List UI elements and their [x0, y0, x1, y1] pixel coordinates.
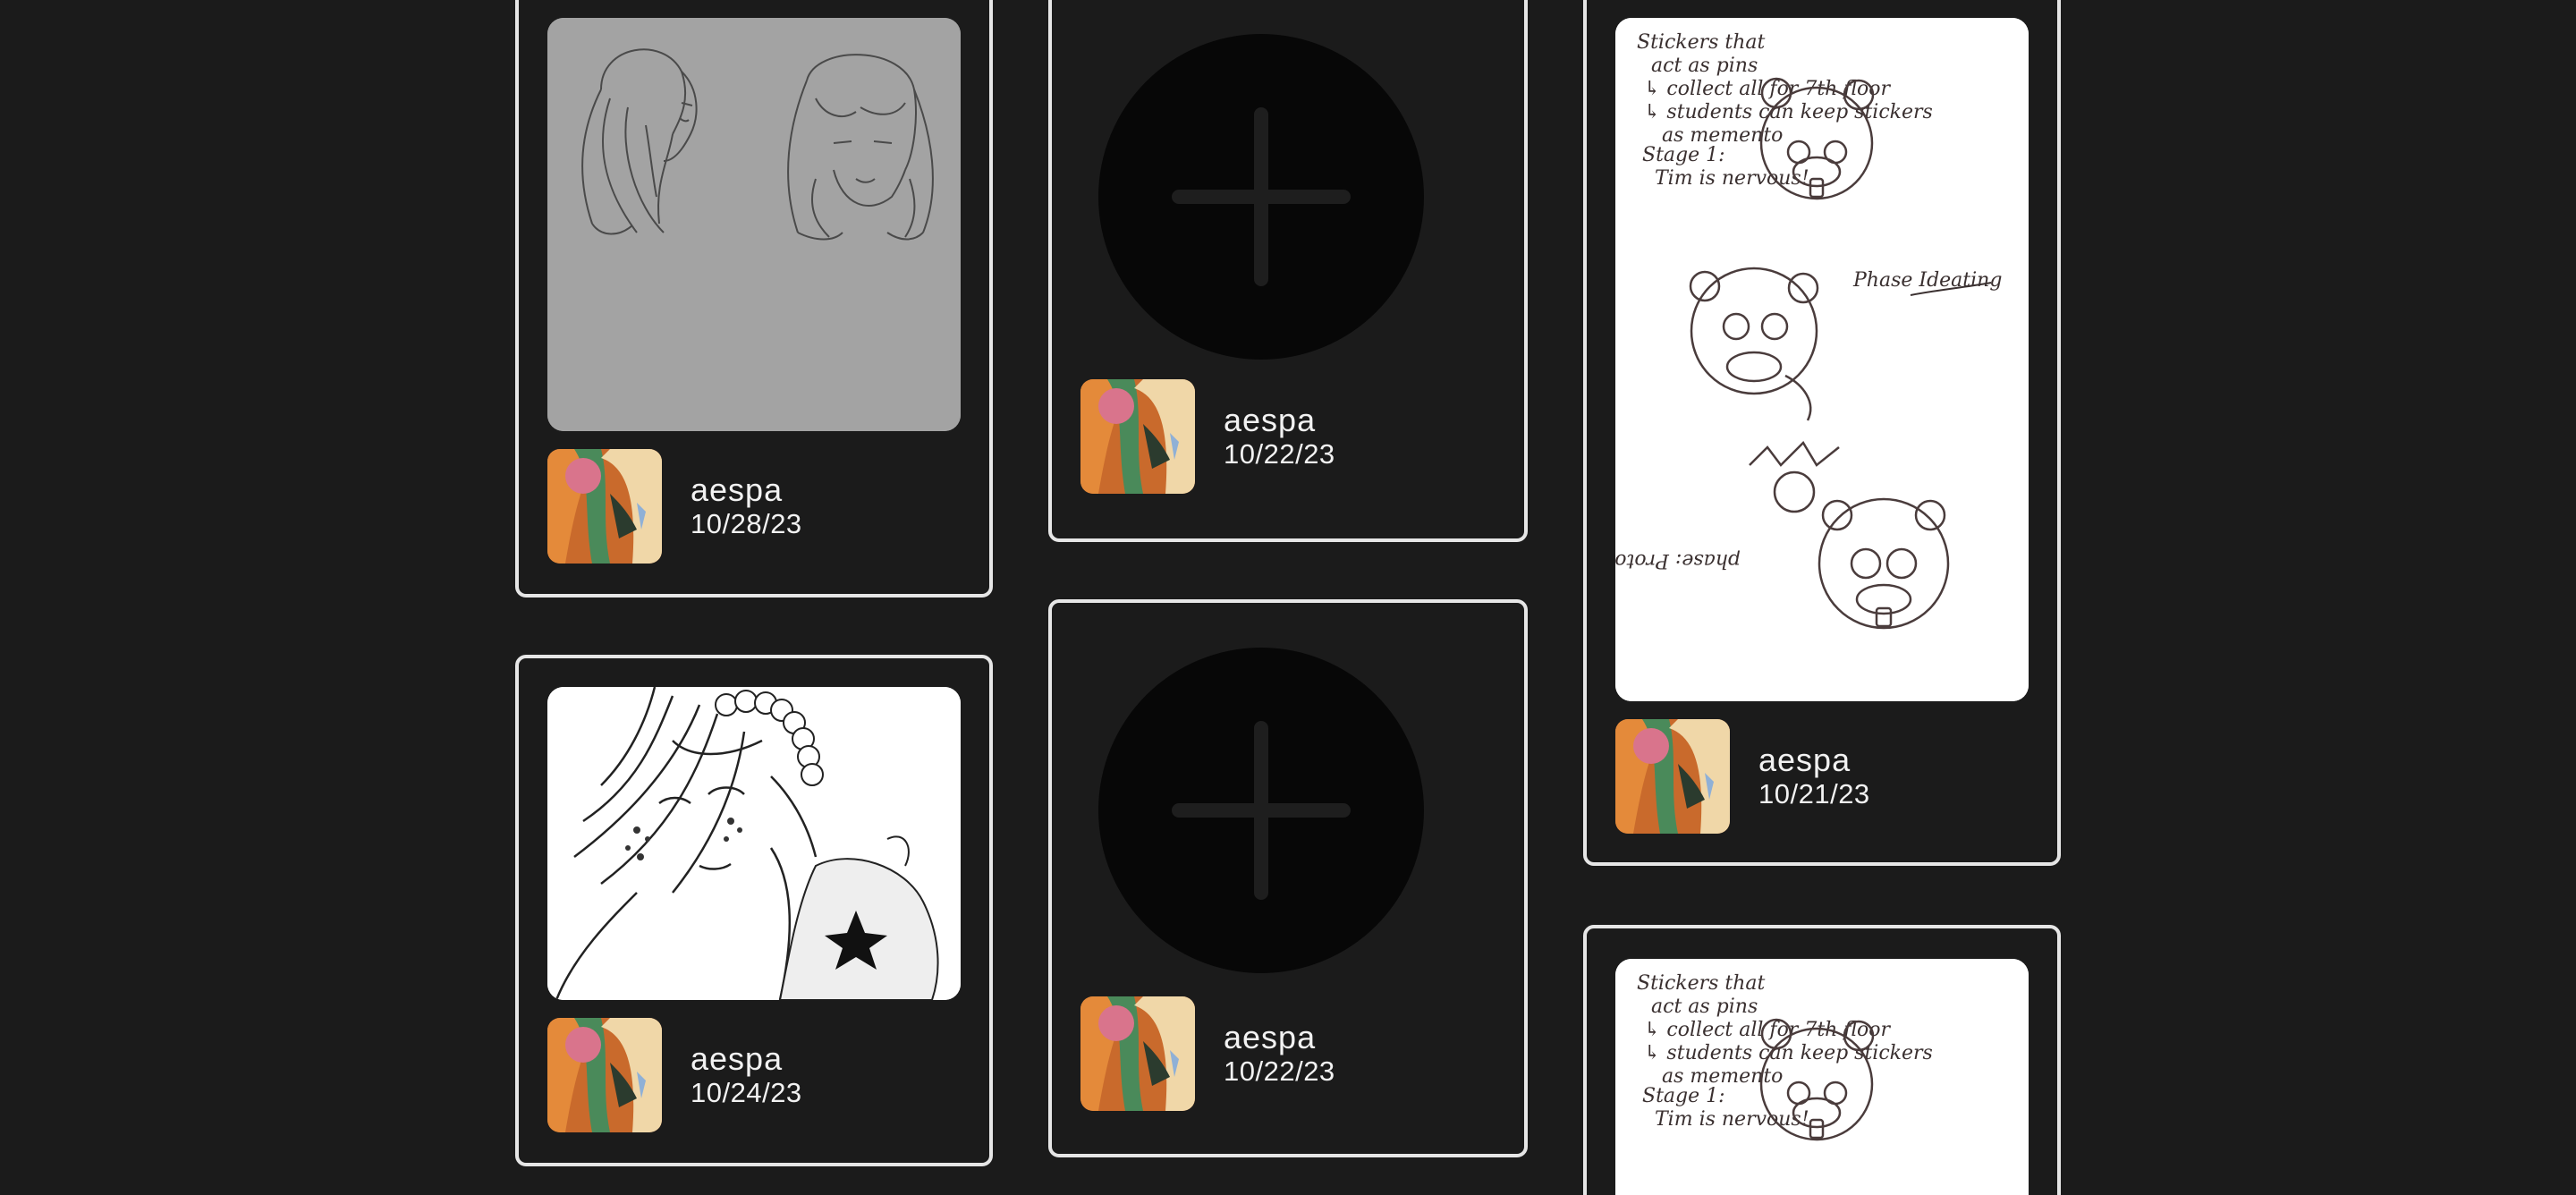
post-card[interactable]: aespa 10/22/23 — [1048, 599, 1528, 1157]
post-card[interactable]: aespa 10/24/23 — [515, 655, 993, 1166]
sketch-note-line: Stage 1: — [1642, 144, 1725, 166]
manga-illustration-image — [547, 687, 961, 1000]
post-date: 10/22/23 — [1224, 1055, 1335, 1087]
post-card[interactable]: aespa 10/22/23 — [1048, 0, 1528, 542]
post-date: 10/28/23 — [691, 508, 802, 539]
sketch-note-line: Tim is nervous! — [1655, 1108, 1809, 1131]
sketch-note-line: Stickers that — [1637, 972, 1766, 995]
post-meta: aespa 10/24/23 — [547, 1018, 802, 1132]
post-meta: aespa 10/22/23 — [1080, 379, 1335, 494]
sketch-note-line: Stickers that — [1637, 31, 1766, 54]
sketch-note-line: ↳ students can keep stickers — [1644, 1042, 1933, 1064]
post-meta: aespa 10/21/23 — [1615, 719, 1870, 834]
post-image[interactable] — [547, 18, 961, 431]
post-image[interactable]: Stickers that act as pins ↳ collect all … — [1615, 959, 2029, 1195]
avatar[interactable] — [547, 1018, 662, 1132]
plus-icon — [1172, 721, 1351, 900]
post-date: 10/22/23 — [1224, 438, 1335, 470]
sketch-note-line: Stage 1: — [1642, 1085, 1725, 1107]
avatar[interactable] — [1080, 379, 1195, 494]
post-card[interactable]: aespa 10/28/23 — [515, 0, 993, 598]
username[interactable]: aespa — [1758, 742, 1870, 778]
add-post-placeholder[interactable] — [1098, 648, 1424, 973]
sketch-note-line: Phase Ideating — [1852, 269, 2002, 292]
post-card[interactable]: Stickers that act as pins ↳ collect all … — [1583, 0, 2061, 866]
username[interactable]: aespa — [691, 1041, 802, 1077]
sketch-note-line: Tim is nervous! — [1655, 167, 1809, 190]
post-image[interactable] — [547, 687, 961, 1000]
avatar-image — [1615, 719, 1730, 834]
hamster-sketch-image: Stickers that act as pins ↳ collect all … — [1615, 18, 2029, 701]
avatar[interactable] — [547, 449, 662, 564]
sketch-note-line: act as pins — [1651, 996, 1758, 1018]
plus-icon — [1172, 107, 1351, 286]
sketch-note-line: phase: Prototype — [1615, 549, 1741, 572]
hamster-sketch-image: Stickers that act as pins ↳ collect all … — [1615, 959, 2029, 1195]
add-post-placeholder[interactable] — [1098, 34, 1424, 360]
sketch-note-line: act as pins — [1651, 55, 1758, 77]
post-meta: aespa 10/28/23 — [547, 449, 802, 564]
sketch-portrait-image — [547, 18, 961, 431]
avatar-image — [1080, 379, 1195, 494]
avatar[interactable] — [1615, 719, 1730, 834]
sketch-note-line: ↳ students can keep stickers — [1644, 101, 1933, 123]
post-date: 10/21/23 — [1758, 778, 1870, 809]
avatar[interactable] — [1080, 996, 1195, 1111]
feed-canvas: aespa 10/28/23 aespa 10/24/23 aespa 10/2… — [0, 0, 2576, 1195]
post-meta: aespa 10/22/23 — [1080, 996, 1335, 1111]
avatar-image — [547, 1018, 662, 1132]
avatar-image — [547, 449, 662, 564]
avatar-image — [1080, 996, 1195, 1111]
username[interactable]: aespa — [1224, 1020, 1335, 1055]
post-card[interactable]: Stickers that act as pins ↳ collect all … — [1583, 925, 2061, 1195]
username[interactable]: aespa — [1224, 403, 1335, 438]
username[interactable]: aespa — [691, 472, 802, 508]
post-date: 10/24/23 — [691, 1077, 802, 1108]
post-image[interactable]: Stickers that act as pins ↳ collect all … — [1615, 18, 2029, 701]
